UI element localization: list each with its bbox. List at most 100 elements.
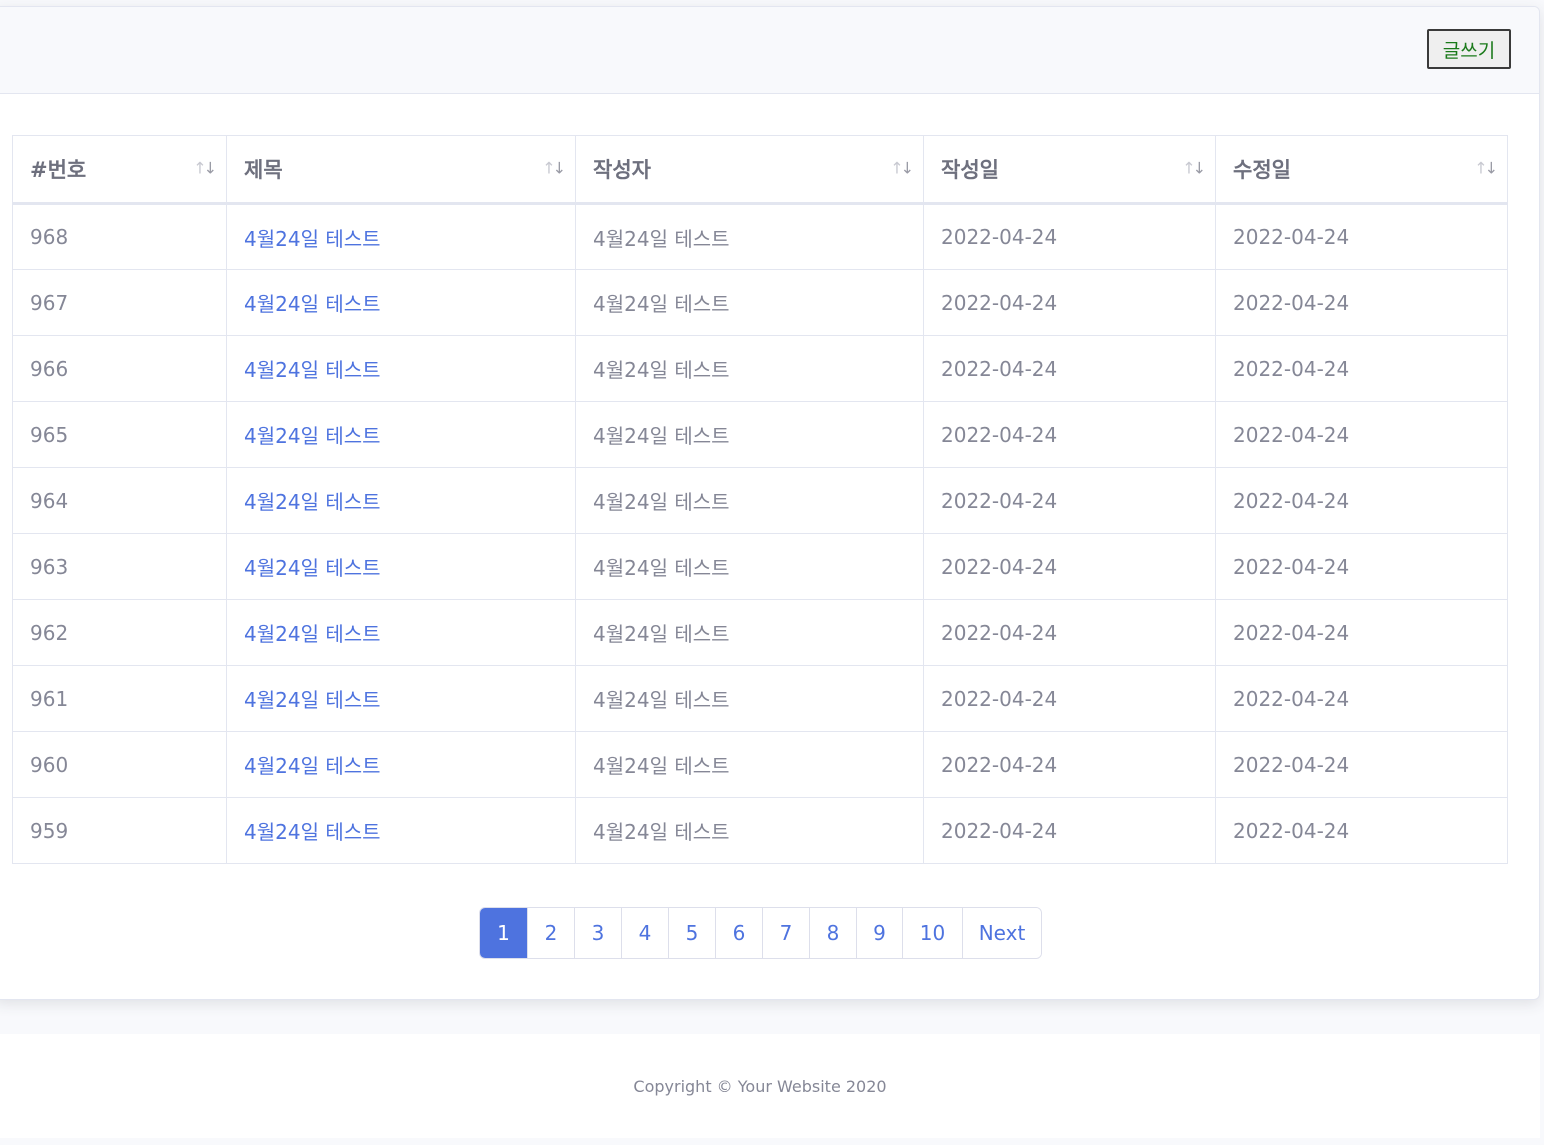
cell-number: 967 bbox=[12, 269, 227, 336]
column-header-label: 제목 bbox=[244, 158, 283, 182]
cell-number: 960 bbox=[12, 731, 227, 798]
column-header-label: 수정일 bbox=[1233, 158, 1291, 182]
page-button-9[interactable]: 9 bbox=[856, 908, 902, 958]
column-header-label: 작성일 bbox=[941, 158, 999, 182]
write-button[interactable]: 글쓰기 bbox=[1427, 29, 1511, 69]
cell-number: 968 bbox=[12, 203, 227, 270]
post-title-link[interactable]: 4월24일 테스트 bbox=[244, 358, 381, 382]
page-button-7[interactable]: 7 bbox=[762, 908, 809, 958]
table-row: 967 4월24일 테스트 4월24일 테스트 2022-04-24 2022-… bbox=[12, 269, 1508, 336]
cell-modified: 2022-04-24 bbox=[1215, 335, 1508, 402]
cell-created: 2022-04-24 bbox=[923, 665, 1216, 732]
pagination: 1 2 3 4 5 6 7 8 9 10 Next bbox=[479, 907, 1042, 959]
post-title-link[interactable]: 4월24일 테스트 bbox=[244, 424, 381, 448]
post-title-link[interactable]: 4월24일 테스트 bbox=[244, 292, 381, 316]
post-title-link[interactable]: 4월24일 테스트 bbox=[244, 688, 381, 712]
sort-icon[interactable]: ↑ ↓ bbox=[1182, 159, 1206, 178]
cell-author: 4월24일 테스트 bbox=[575, 665, 924, 732]
footer: Copyright © Your Website 2020 bbox=[0, 1034, 1540, 1138]
cell-modified: 2022-04-24 bbox=[1215, 797, 1508, 864]
table-row: 960 4월24일 테스트 4월24일 테스트 2022-04-24 2022-… bbox=[12, 731, 1508, 798]
post-title-link[interactable]: 4월24일 테스트 bbox=[244, 622, 381, 646]
cell-author: 4월24일 테스트 bbox=[575, 269, 924, 336]
cell-number: 959 bbox=[12, 797, 227, 864]
table-row: 966 4월24일 테스트 4월24일 테스트 2022-04-24 2022-… bbox=[12, 335, 1508, 402]
sort-icon[interactable]: ↑ ↓ bbox=[542, 159, 566, 178]
cell-created: 2022-04-24 bbox=[923, 203, 1216, 270]
column-header-number[interactable]: #번호 ↑ ↓ bbox=[12, 135, 227, 205]
table-row: 968 4월24일 테스트 4월24일 테스트 2022-04-24 2022-… bbox=[12, 203, 1508, 270]
cell-author: 4월24일 테스트 bbox=[575, 533, 924, 600]
table-row: 961 4월24일 테스트 4월24일 테스트 2022-04-24 2022-… bbox=[12, 665, 1508, 732]
table-row: 959 4월24일 테스트 4월24일 테스트 2022-04-24 2022-… bbox=[12, 797, 1508, 864]
cell-created: 2022-04-24 bbox=[923, 533, 1216, 600]
cell-number: 961 bbox=[12, 665, 227, 732]
cell-title: 4월24일 테스트 bbox=[226, 731, 576, 798]
cell-number: 964 bbox=[12, 467, 227, 534]
page-button-2[interactable]: 2 bbox=[527, 908, 574, 958]
cell-created: 2022-04-24 bbox=[923, 401, 1216, 468]
cell-modified: 2022-04-24 bbox=[1215, 269, 1508, 336]
cell-title: 4월24일 테스트 bbox=[226, 335, 576, 402]
cell-modified: 2022-04-24 bbox=[1215, 467, 1508, 534]
cell-title: 4월24일 테스트 bbox=[226, 599, 576, 666]
page-button-5[interactable]: 5 bbox=[668, 908, 715, 958]
column-header-label: 작성자 bbox=[593, 158, 651, 182]
cell-author: 4월24일 테스트 bbox=[575, 797, 924, 864]
sort-icon[interactable]: ↑ ↓ bbox=[890, 159, 914, 178]
column-header-modified[interactable]: 수정일 ↑ ↓ bbox=[1215, 135, 1508, 205]
cell-author: 4월24일 테스트 bbox=[575, 731, 924, 798]
sort-icon[interactable]: ↑ ↓ bbox=[193, 159, 217, 178]
cell-created: 2022-04-24 bbox=[923, 731, 1216, 798]
page-button-1[interactable]: 1 bbox=[480, 908, 527, 958]
cell-modified: 2022-04-24 bbox=[1215, 599, 1508, 666]
page-button-10[interactable]: 10 bbox=[902, 908, 962, 958]
cell-author: 4월24일 테스트 bbox=[575, 203, 924, 270]
cell-title: 4월24일 테스트 bbox=[226, 665, 576, 732]
cell-title: 4월24일 테스트 bbox=[226, 401, 576, 468]
post-title-link[interactable]: 4월24일 테스트 bbox=[244, 820, 381, 844]
page-button-3[interactable]: 3 bbox=[574, 908, 621, 958]
cell-modified: 2022-04-24 bbox=[1215, 401, 1508, 468]
cell-number: 966 bbox=[12, 335, 227, 402]
page-button-6[interactable]: 6 bbox=[715, 908, 762, 958]
board-card: 글쓰기 #번호 ↑ ↓ 제목 ↑ ↓ 작성자 ↑ ↓ 작성일 ↑ ↓ 수정일 ↑ ↓ 968 4월2… bbox=[0, 6, 1540, 1000]
cell-created: 2022-04-24 bbox=[923, 335, 1216, 402]
cell-number: 965 bbox=[12, 401, 227, 468]
column-header-author[interactable]: 작성자 ↑ ↓ bbox=[575, 135, 924, 205]
table-row: 964 4월24일 테스트 4월24일 테스트 2022-04-24 2022-… bbox=[12, 467, 1508, 534]
post-title-link[interactable]: 4월24일 테스트 bbox=[244, 490, 381, 514]
table-row: 965 4월24일 테스트 4월24일 테스트 2022-04-24 2022-… bbox=[12, 401, 1508, 468]
cell-created: 2022-04-24 bbox=[923, 797, 1216, 864]
table-row: 963 4월24일 테스트 4월24일 테스트 2022-04-24 2022-… bbox=[12, 533, 1508, 600]
cell-author: 4월24일 테스트 bbox=[575, 467, 924, 534]
post-title-link[interactable]: 4월24일 테스트 bbox=[244, 556, 381, 580]
cell-title: 4월24일 테스트 bbox=[226, 203, 576, 270]
cell-modified: 2022-04-24 bbox=[1215, 203, 1508, 270]
cell-modified: 2022-04-24 bbox=[1215, 533, 1508, 600]
cell-number: 963 bbox=[12, 533, 227, 600]
post-title-link[interactable]: 4월24일 테스트 bbox=[244, 227, 381, 251]
cell-created: 2022-04-24 bbox=[923, 269, 1216, 336]
column-header-created[interactable]: 작성일 ↑ ↓ bbox=[923, 135, 1216, 205]
table-row: 962 4월24일 테스트 4월24일 테스트 2022-04-24 2022-… bbox=[12, 599, 1508, 666]
cell-created: 2022-04-24 bbox=[923, 599, 1216, 666]
cell-title: 4월24일 테스트 bbox=[226, 533, 576, 600]
sort-icon[interactable]: ↑ ↓ bbox=[1474, 159, 1498, 178]
card-header: 글쓰기 bbox=[0, 7, 1539, 94]
cell-modified: 2022-04-24 bbox=[1215, 731, 1508, 798]
cell-author: 4월24일 테스트 bbox=[575, 599, 924, 666]
column-header-title[interactable]: 제목 ↑ ↓ bbox=[226, 135, 576, 205]
cell-number: 962 bbox=[12, 599, 227, 666]
cell-title: 4월24일 테스트 bbox=[226, 269, 576, 336]
table-header-row: #번호 ↑ ↓ 제목 ↑ ↓ 작성자 ↑ ↓ 작성일 ↑ ↓ 수정일 ↑ ↓ bbox=[12, 135, 1508, 205]
cell-author: 4월24일 테스트 bbox=[575, 401, 924, 468]
page-button-4[interactable]: 4 bbox=[621, 908, 668, 958]
cell-title: 4월24일 테스트 bbox=[226, 467, 576, 534]
board-table: #번호 ↑ ↓ 제목 ↑ ↓ 작성자 ↑ ↓ 작성일 ↑ ↓ 수정일 ↑ ↓ 968 4월24일 테… bbox=[12, 135, 1508, 864]
post-title-link[interactable]: 4월24일 테스트 bbox=[244, 754, 381, 778]
cell-created: 2022-04-24 bbox=[923, 467, 1216, 534]
page-button-8[interactable]: 8 bbox=[809, 908, 856, 958]
column-header-label: #번호 bbox=[30, 158, 87, 182]
next-page-button[interactable]: Next bbox=[962, 908, 1041, 958]
